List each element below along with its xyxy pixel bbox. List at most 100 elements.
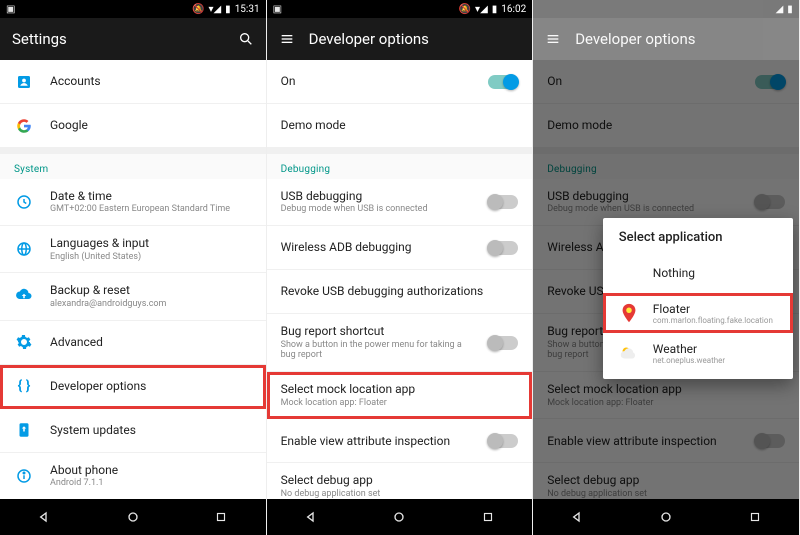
- appbar-title: Developer options: [575, 30, 695, 48]
- recents-button[interactable]: [745, 507, 765, 527]
- battery-icon: ▮: [492, 4, 498, 15]
- settings-item-about-phone[interactable]: About phoneAndroid 7.1.1: [0, 453, 266, 499]
- devopts-bug-report-shortcut[interactable]: Bug report shortcutShow a button in the …: [267, 314, 533, 372]
- sub: Show a button in the power menu for taki…: [281, 340, 473, 362]
- settings-list: Accounts Google System Date & timeGMT+02…: [0, 60, 266, 499]
- devopts-usb-debugging[interactable]: USB debuggingDebug mode when USB is conn…: [267, 179, 533, 226]
- home-button[interactable]: [389, 507, 409, 527]
- label: Date & time: [50, 189, 252, 203]
- label: Developer options: [50, 379, 252, 393]
- devopts-wireless-adb[interactable]: Wireless ADB debugging: [267, 226, 533, 270]
- navbar: [533, 499, 799, 535]
- sub: Mock location app: Floater: [281, 398, 519, 409]
- gear-icon: [14, 332, 34, 352]
- screenshot-icon: ▣: [6, 4, 15, 15]
- devopts-select-debug-app[interactable]: Select debug app No debug application set: [267, 463, 533, 499]
- signal-icon: ▾◢: [208, 4, 221, 15]
- section-debugging: Debugging: [267, 154, 533, 179]
- appbar: Settings: [0, 18, 266, 60]
- globe-icon: [14, 239, 34, 259]
- label: USB debugging: [281, 189, 473, 203]
- battery-icon: ▮: [225, 4, 231, 15]
- devopts-list-dimmed: On Demo mode Debugging USB debuggingDebu…: [533, 60, 799, 499]
- settings-item-languages[interactable]: Languages & inputEnglish (United States): [0, 226, 266, 273]
- recents-button[interactable]: [211, 507, 231, 527]
- google-icon: [14, 116, 34, 136]
- status-bar: ◢ ▮: [533, 0, 799, 18]
- signal-icon: ▾◢: [475, 4, 488, 15]
- settings-item-backup[interactable]: Backup & resetalexandra@androidguys.com: [0, 273, 266, 320]
- navbar: [0, 499, 266, 535]
- back-button[interactable]: [301, 507, 321, 527]
- settings-item-datetime[interactable]: Date & timeGMT+02:00 Eastern European St…: [0, 179, 266, 226]
- label: Enable view attribute inspection: [281, 434, 473, 448]
- label: Advanced: [50, 335, 252, 349]
- label: Weather: [653, 342, 779, 356]
- sub: Debug mode when USB is connected: [281, 204, 473, 215]
- menu-icon[interactable]: [279, 31, 295, 47]
- label: Revoke USB debugging authorizations: [281, 284, 519, 298]
- devopts-demo-mode[interactable]: Demo mode: [267, 104, 533, 148]
- status-time: 15:31: [235, 4, 260, 15]
- settings-item-advanced[interactable]: Advanced: [0, 321, 266, 365]
- navbar: [267, 499, 533, 535]
- label: Demo mode: [281, 118, 519, 132]
- settings-item-google[interactable]: Google: [0, 104, 266, 148]
- sub: net.oneplus.weather: [653, 356, 779, 365]
- devopts-revoke-usb[interactable]: Revoke USB debugging authorizations: [267, 270, 533, 314]
- label: Select mock location app: [281, 382, 519, 396]
- pane-select-application-dialog: ◢ ▮ Developer options On Demo mode Debug…: [533, 0, 800, 535]
- battery-icon: ▮: [787, 4, 793, 15]
- devopts-select-mock-location[interactable]: Select mock location app Mock location ap…: [267, 372, 533, 419]
- toggle[interactable]: [488, 434, 518, 448]
- label: Google: [50, 118, 252, 132]
- mute-icon: 🔕: [459, 4, 471, 15]
- sub: GMT+02:00 Eastern European Standard Time: [50, 204, 252, 215]
- search-icon[interactable]: [238, 31, 254, 47]
- toggle-on[interactable]: [488, 75, 518, 89]
- label: Select debug app: [281, 473, 519, 487]
- appbar-title: Settings: [12, 30, 67, 48]
- label: Wireless ADB debugging: [281, 240, 473, 254]
- label: About phone: [50, 463, 252, 477]
- home-button[interactable]: [123, 507, 143, 527]
- sub: com.marlon.floating.fake.location: [653, 316, 779, 325]
- label: Accounts: [50, 74, 252, 88]
- toggle[interactable]: [488, 195, 518, 209]
- back-button[interactable]: [567, 507, 587, 527]
- label: Languages & input: [50, 236, 252, 250]
- appbar: Developer options: [267, 18, 533, 60]
- label: On: [281, 74, 473, 88]
- blank-icon: [617, 261, 641, 285]
- toggle[interactable]: [488, 241, 518, 255]
- dialog-option-weather[interactable]: Weathernet.oneplus.weather: [603, 333, 793, 373]
- back-button[interactable]: [34, 507, 54, 527]
- label: System updates: [50, 423, 252, 437]
- label: Nothing: [653, 266, 779, 280]
- pane-settings: ▣ 🔕 ▾◢ ▮ 15:31 Settings Accounts Google …: [0, 0, 267, 535]
- appbar-title: Developer options: [309, 30, 429, 48]
- screenshot-icon: ▣: [273, 4, 282, 15]
- devopts-view-attribute-inspection[interactable]: Enable view attribute inspection: [267, 419, 533, 463]
- devopts-master-toggle[interactable]: On: [267, 60, 533, 104]
- settings-item-accounts[interactable]: Accounts: [0, 60, 266, 104]
- sub: Android 7.1.1: [50, 478, 252, 489]
- settings-item-system-updates[interactable]: System updates: [0, 409, 266, 453]
- status-time: 16:02: [501, 4, 526, 15]
- account-icon: [14, 72, 34, 92]
- update-icon: [14, 420, 34, 440]
- dialog-option-nothing[interactable]: Nothing: [603, 253, 793, 293]
- dialog-title: Select application: [603, 230, 793, 253]
- label: Backup & reset: [50, 283, 252, 297]
- status-bar: ▣ 🔕 ▾◢ ▮ 16:02: [267, 0, 533, 18]
- sub: No debug application set: [281, 489, 519, 499]
- dialog-option-floater[interactable]: Floatercom.marlon.floating.fake.location: [603, 293, 793, 333]
- home-button[interactable]: [656, 507, 676, 527]
- mute-icon: 🔕: [192, 4, 204, 15]
- settings-item-developer-options[interactable]: { } Developer options: [0, 365, 266, 409]
- appbar: Developer options: [533, 18, 799, 60]
- floater-app-icon: [617, 301, 641, 325]
- toggle[interactable]: [488, 336, 518, 350]
- recents-button[interactable]: [478, 507, 498, 527]
- clock-icon: [14, 192, 34, 212]
